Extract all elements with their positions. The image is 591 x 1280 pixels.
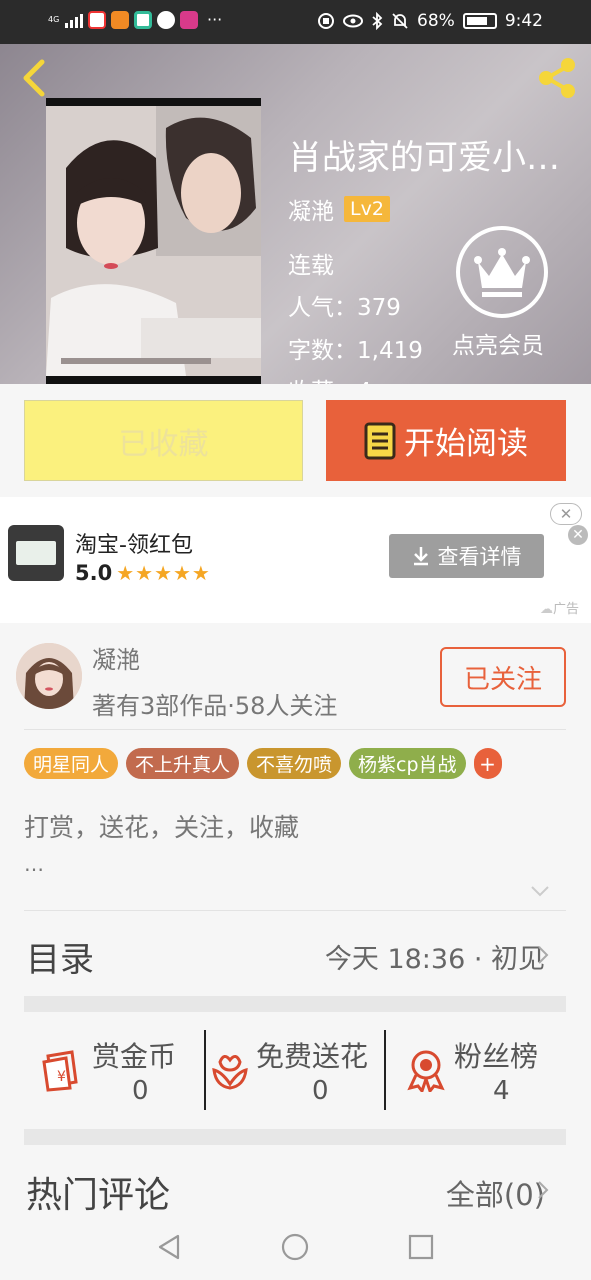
stat-divider <box>204 1030 206 1110</box>
section-separator <box>24 996 566 1012</box>
signal-icon <box>65 12 83 28</box>
latest-chapter[interactable]: 今天 18:36 · 初见 <box>325 937 545 976</box>
ad-rating-value: 5.0 <box>75 561 113 585</box>
status-left: 4G ··· <box>48 10 222 29</box>
ad-details-label: 查看详情 <box>437 545 522 569</box>
clock: 9:42 <box>504 11 543 31</box>
back-icon[interactable] <box>16 58 52 98</box>
status-right: 68% 9:42 <box>317 11 543 31</box>
book-word-count: 字数：1,419 <box>288 338 423 364</box>
all-comments-link[interactable]: 全部(0) <box>446 1172 545 1214</box>
mute-icon <box>392 13 408 29</box>
author-level-badge: Lv2 <box>344 196 390 222</box>
expand-chevron-down-icon[interactable] <box>530 884 550 898</box>
toc-chevron-right-icon[interactable] <box>537 945 549 965</box>
tip-coins-value: 0 <box>132 1076 149 1106</box>
hot-comments-title: 热门评论 <box>26 1175 171 1216</box>
nav-home-icon[interactable] <box>280 1232 310 1262</box>
system-nav-bar <box>0 1214 591 1280</box>
start-reading-button[interactable]: 开始阅读 <box>326 400 566 481</box>
tag-list: 明星同人 不上升真人 不喜勿喷 杨紫cp肖战 + <box>24 748 502 779</box>
vip-label[interactable]: 点亮会员 <box>452 326 544 360</box>
book-status: 连载 <box>288 253 334 279</box>
ad-tag: ☁广告 <box>540 598 579 617</box>
network-type: 4G <box>48 15 60 24</box>
svg-text:¥: ¥ <box>57 1069 66 1085</box>
ad-close-icon[interactable]: ✕ <box>568 525 588 545</box>
book-detail-page: 4G ··· 68% 9:42 肖战家的可爱小… 凝滟 Lv2 连载 人气：37… <box>0 0 591 1280</box>
comments-chevron-right-icon[interactable] <box>537 1180 549 1200</box>
divider <box>24 729 566 730</box>
ad-banner[interactable]: ✕ ✕ 淘宝-领红包 5.0 ★★★★★ 查看详情 ☁广告 <box>0 497 591 623</box>
ad-stars: ★★★★★ <box>116 561 211 585</box>
tag-chip[interactable]: 杨紫cp肖战 <box>349 748 466 779</box>
book-header: 肖战家的可爱小… 凝滟 Lv2 连载 人气：379 字数：1,419 收藏：4 … <box>0 44 591 384</box>
add-tag-button[interactable]: + <box>473 748 502 779</box>
video-app-icon <box>180 10 198 29</box>
ad-app-icon <box>8 525 64 581</box>
wechat-icon <box>157 10 175 29</box>
battery-icon <box>462 13 497 29</box>
author-card-stats: 著有3部作品·58人关注 <box>92 692 338 720</box>
section-separator <box>24 1129 566 1145</box>
toc-label[interactable]: 目录 <box>26 932 94 981</box>
free-flower-label: 免费送花 <box>256 1040 369 1073</box>
nfc-icon <box>318 13 335 29</box>
follow-button-label: 已关注 <box>463 664 542 695</box>
more-notifications-icon: ··· <box>207 10 223 29</box>
book-popularity: 人气：379 <box>288 295 401 321</box>
cover-illustration <box>46 98 261 384</box>
medal-icon <box>407 1050 445 1092</box>
ad-title: 淘宝-领红包 <box>75 533 193 558</box>
tag-chip[interactable]: 不上升真人 <box>126 748 240 779</box>
nav-recents-icon[interactable] <box>406 1232 436 1262</box>
crown-icon[interactable] <box>454 224 550 320</box>
photo-app-icon <box>134 10 152 29</box>
book-favorites: 收藏：4 <box>288 372 372 384</box>
follow-button[interactable]: 已关注 <box>440 647 566 707</box>
app-notification-icon <box>88 10 106 29</box>
fan-ranking-label: 粉丝榜 <box>454 1040 539 1073</box>
collected-button-label: 已收藏 <box>118 426 209 462</box>
fan-ranking-item[interactable]: 粉丝榜 4 <box>400 1030 566 1110</box>
divider <box>24 910 566 911</box>
free-flower-item[interactable]: 免费送花 0 <box>208 1030 384 1110</box>
ad-dismiss-icon: ✕ <box>559 505 573 523</box>
bluetooth-icon <box>372 12 383 30</box>
book-author-row[interactable]: 凝滟 Lv2 <box>288 192 390 226</box>
book-description: 打赏，送花，关注，收藏 <box>24 813 300 842</box>
author-avatar[interactable] <box>16 643 82 709</box>
flower-icon <box>212 1055 248 1090</box>
ad-tag-label: 广告 <box>552 602 579 617</box>
red-envelope-icon: ¥ <box>42 1050 78 1092</box>
description-ellipsis: … <box>24 852 44 876</box>
tip-coins-item[interactable]: ¥ 赏金币 0 <box>38 1030 198 1110</box>
battery-percent: 68% <box>417 11 455 31</box>
status-bar: 4G ··· 68% 9:42 <box>0 0 591 44</box>
free-flower-value: 0 <box>312 1076 329 1106</box>
download-icon <box>413 547 428 566</box>
ad-rating: 5.0 ★★★★★ <box>75 561 211 585</box>
start-reading-label: 开始阅读 <box>404 426 528 462</box>
nav-back-icon[interactable] <box>154 1232 184 1262</box>
book-author-name[interactable]: 凝滟 <box>288 192 334 226</box>
stat-divider <box>384 1030 386 1110</box>
cloud-icon: ☁ <box>539 602 553 617</box>
fan-ranking-value: 4 <box>493 1076 510 1106</box>
author-card-name[interactable]: 凝滟 <box>92 640 140 675</box>
play-app-icon <box>111 10 129 29</box>
tip-coins-label: 赏金币 <box>92 1040 177 1073</box>
eye-icon <box>343 14 364 28</box>
ad-dismiss-button[interactable]: ✕ <box>550 503 582 525</box>
avatar-image <box>16 643 82 709</box>
ad-close-glyph: ✕ <box>572 527 584 543</box>
share-icon[interactable] <box>535 56 579 100</box>
ad-details-button[interactable]: 查看详情 <box>389 534 544 578</box>
book-title: 肖战家的可爱小… <box>288 138 560 178</box>
book-cover-image[interactable] <box>46 98 261 384</box>
collected-button[interactable]: 已收藏 <box>24 400 303 481</box>
tag-chip[interactable]: 不喜勿喷 <box>247 748 342 779</box>
book-icon <box>364 422 396 459</box>
tag-chip[interactable]: 明星同人 <box>24 748 119 779</box>
